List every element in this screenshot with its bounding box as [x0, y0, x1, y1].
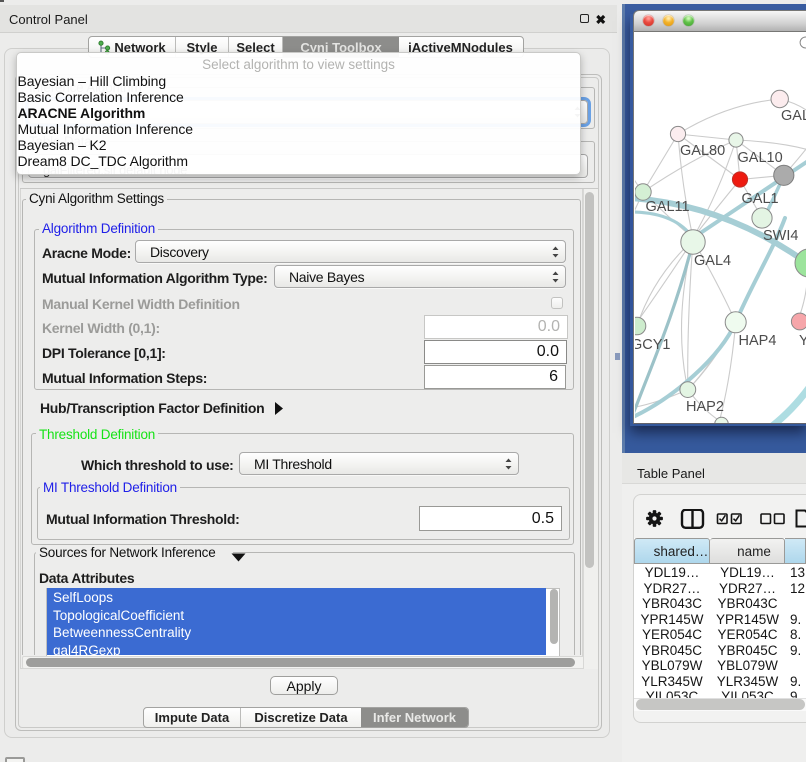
svg-text:SWI4: SWI4 [763, 228, 798, 244]
svg-text:GAL11: GAL11 [646, 199, 690, 215]
svg-text:GCY1: GCY1 [635, 337, 671, 353]
svg-text:GAL10: GAL10 [738, 150, 783, 166]
svg-text:GAL80: GAL80 [680, 143, 725, 159]
svg-text:GAL: GAL [781, 108, 806, 124]
svg-text:GAL1: GAL1 [742, 191, 779, 207]
svg-text:GAL4: GAL4 [694, 253, 731, 269]
svg-text:Y: Y [799, 333, 806, 349]
svg-text:HAP4: HAP4 [739, 333, 777, 349]
svg-text:HAP2: HAP2 [686, 399, 724, 415]
